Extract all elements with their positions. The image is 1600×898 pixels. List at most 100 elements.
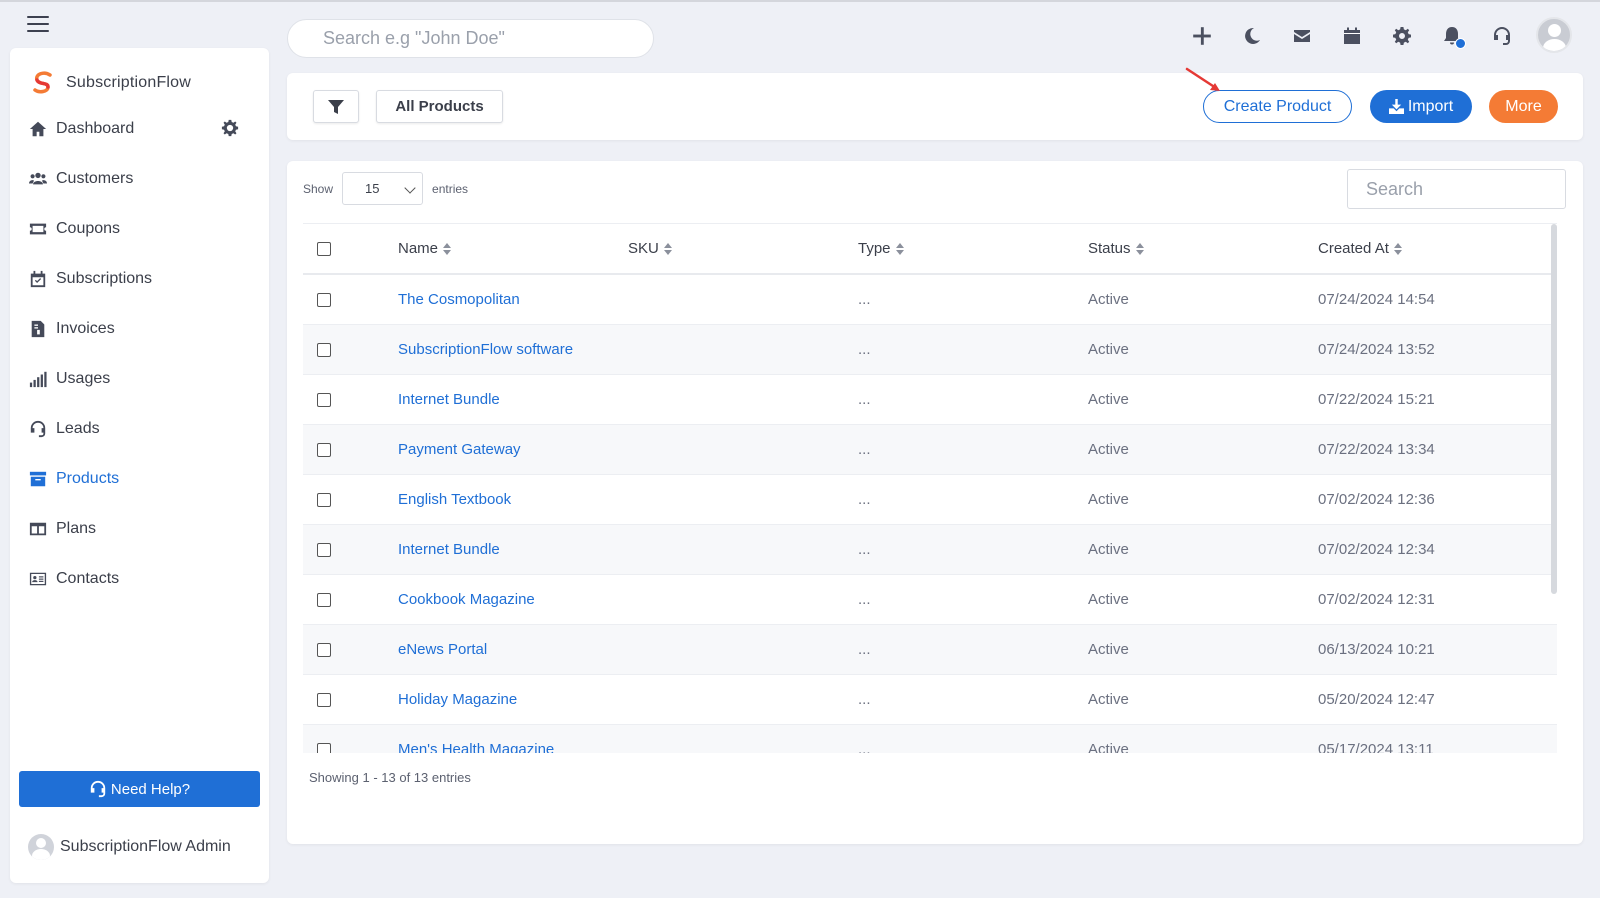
menu-toggle-icon[interactable] [27,16,49,32]
table-row[interactable]: Holiday Magazine... Active 05/20/2024 12:4… [303,674,1557,725]
headset-icon[interactable] [1490,24,1514,48]
table-row[interactable]: The Cosmopolitan... Active 07/24/2024 14:5… [303,274,1557,325]
row-checkbox[interactable] [317,742,331,753]
annotation-arrow-icon [1185,67,1220,91]
chevron-down-icon [404,182,416,194]
need-help-button[interactable]: Need Help? [19,771,260,807]
table-search-input[interactable] [1347,169,1566,209]
product-name-link[interactable]: Payment Gateway [398,441,521,458]
all-products-button[interactable]: All Products [376,90,503,123]
row-checkbox[interactable] [317,292,331,307]
row-checkbox[interactable] [317,442,331,457]
brand[interactable]: SubscriptionFlow [30,70,191,96]
more-button[interactable]: More [1489,90,1558,123]
table-row[interactable]: eNews Portal... Active 06/13/2024 10:21 [303,624,1557,675]
bell-icon[interactable] [1440,24,1466,49]
vertical-scrollbar[interactable] [1551,224,1557,594]
product-status-cell: Active [1088,674,1318,725]
table-scroll-area[interactable]: Name SKU Type Status Created At The Cosm… [303,223,1557,753]
table-row[interactable]: SubscriptionFlow software... Active 07/24/… [303,324,1557,375]
column-header-status[interactable]: Status [1088,224,1318,275]
ticket-icon [28,219,48,239]
sidebar-item-plans[interactable]: Plans [10,504,269,554]
header-label: Status [1088,240,1131,257]
sidebar-item-products[interactable]: Products [10,454,269,504]
column-header-name[interactable]: Name [398,224,628,275]
product-type-cell: ... [858,674,1088,725]
notification-dot [1455,38,1466,49]
headset-icon [28,419,48,439]
sidebar-item-subscriptions[interactable]: Subscriptions [10,254,269,304]
pagination-info: Showing 1 - 13 of 13 entries [309,770,471,785]
product-name-cell: Internet Bundle [398,524,628,575]
id-card-icon [28,569,48,589]
row-checkbox[interactable] [317,492,331,507]
row-select-cell [303,374,398,425]
sidebar: SubscriptionFlow Dashboard Customers Cou… [10,48,269,883]
sidebar-item-label: Invoices [56,320,115,337]
sidebar-item-label: Plans [56,520,97,537]
select-all-checkbox[interactable] [317,242,331,257]
product-name-link[interactable]: Internet Bundle [398,391,500,408]
table-row[interactable]: Men's Health Magazine... Active 05/17/2024… [303,724,1557,753]
row-checkbox[interactable] [317,692,331,707]
gear-icon[interactable] [1390,24,1414,48]
sidebar-item-leads[interactable]: Leads [10,404,269,454]
row-select-cell [303,424,398,475]
sort-icon [663,243,672,256]
entries-select[interactable]: 15 [342,172,424,205]
product-sku-cell [628,524,858,575]
column-header-sku[interactable]: SKU [628,224,858,275]
sidebar-item-label: Leads [56,420,100,437]
sidebar-nav: Dashboard Customers Coupons Subscription… [10,104,269,604]
product-name-link[interactable]: Men's Health Magazine [398,741,554,754]
admin-profile[interactable]: SubscriptionFlow Admin [28,834,231,860]
import-button[interactable]: Import [1370,90,1472,123]
sidebar-item-contacts[interactable]: Contacts [10,554,269,604]
product-type-cell: ... [858,474,1088,525]
product-type-cell: ... [858,274,1088,325]
table-row[interactable]: Internet Bundle... Active 07/02/2024 12:34 [303,524,1557,575]
user-avatar[interactable] [1536,17,1572,53]
global-search-input[interactable] [287,19,654,58]
sidebar-item-invoices[interactable]: Invoices [10,304,269,354]
product-status-cell: Active [1088,424,1318,475]
column-header-created-at[interactable]: Created At [1318,224,1557,275]
dashboard-settings-gear-icon[interactable] [221,119,239,137]
mail-icon[interactable] [1290,24,1314,48]
sidebar-item-coupons[interactable]: Coupons [10,204,269,254]
row-checkbox[interactable] [317,542,331,557]
table-row[interactable]: Payment Gateway... Active 07/22/2024 13:34 [303,424,1557,475]
row-checkbox[interactable] [317,392,331,407]
table-row[interactable]: English Textbook... Active 07/02/2024 12:3… [303,474,1557,525]
plus-icon[interactable] [1190,24,1214,48]
row-checkbox[interactable] [317,642,331,657]
sidebar-item-dashboard[interactable]: Dashboard [10,104,269,154]
row-select-cell [303,574,398,625]
product-created-cell: 07/24/2024 13:52 [1318,324,1557,375]
row-checkbox[interactable] [317,592,331,607]
product-name-link[interactable]: eNews Portal [398,641,487,658]
product-name-link[interactable]: Holiday Magazine [398,691,517,708]
product-name-link[interactable]: English Textbook [398,491,511,508]
product-name-link[interactable]: Cookbook Magazine [398,591,535,608]
product-name-link[interactable]: SubscriptionFlow software [398,341,573,358]
filter-button[interactable] [313,90,359,123]
sidebar-item-customers[interactable]: Customers [10,154,269,204]
product-name-link[interactable]: Internet Bundle [398,541,500,558]
table-row[interactable]: Internet Bundle... Active 07/22/2024 15:21 [303,374,1557,425]
header-label: Name [398,240,439,257]
table-row[interactable]: Cookbook Magazine... Active 07/02/2024 12:… [303,574,1557,625]
moon-icon[interactable] [1240,24,1264,48]
product-sku-cell [628,374,858,425]
row-checkbox[interactable] [317,342,331,357]
sidebar-item-label: Customers [56,170,134,187]
calendar-icon[interactable] [1340,24,1364,48]
product-sku-cell [628,474,858,525]
create-product-button[interactable]: Create Product [1203,90,1352,123]
product-name-link[interactable]: The Cosmopolitan [398,291,520,308]
product-created-cell: 07/24/2024 14:54 [1318,274,1557,325]
sidebar-item-usages[interactable]: Usages [10,354,269,404]
column-header-type[interactable]: Type [858,224,1088,275]
row-select-cell [303,274,398,325]
